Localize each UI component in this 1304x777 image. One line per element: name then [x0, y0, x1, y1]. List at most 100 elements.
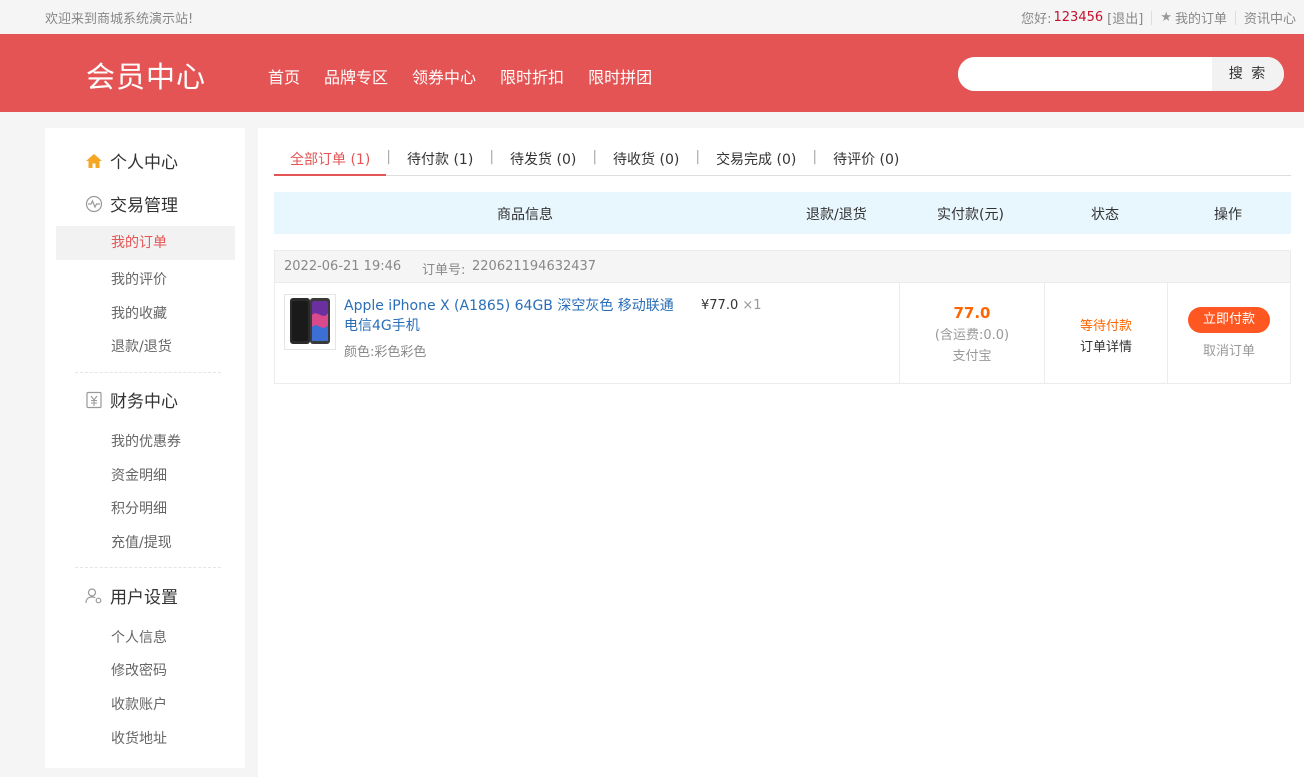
top-bar-links: 您好: 123456 [退出] ★ 我的订单 资讯中心 — [1021, 8, 1296, 27]
order-tabs: 全部订单 (1) | 待付款 (1) | 待发货 (0) | 待收货 (0) |… — [274, 146, 1291, 176]
tab-all-orders[interactable]: 全部订单 (1) — [274, 146, 387, 176]
column-header-status: 状态 — [1091, 207, 1119, 223]
order-number: 220621194632437 — [472, 259, 597, 274]
main-nav: 首页 品牌专区 领券中心 限时折扣 限时拼团 — [268, 64, 676, 88]
sidebar-item-favorites[interactable]: 我的收藏 — [111, 303, 167, 323]
product-color: 颜色:彩色彩色 — [344, 341, 426, 360]
top-bar: 欢迎来到商城系统演示站! 您好: 123456 [退出] ★ 我的订单 资讯中心 — [0, 0, 1304, 34]
status-cell: 等待付款 订单详情 — [1045, 283, 1167, 383]
price-value: ¥77.0 — [701, 298, 739, 313]
tab-count: (0) — [879, 152, 900, 168]
greeting-label: 您好: — [1021, 12, 1052, 27]
order-status: 等待付款 — [1079, 319, 1132, 334]
tab-count: (0) — [659, 152, 680, 168]
order-number-label: 订单号: — [422, 263, 466, 278]
sidebar-item-recharge[interactable]: 充值/提现 — [111, 532, 172, 552]
nav-home[interactable]: 首页 — [268, 64, 300, 88]
sidebar-item-refunds[interactable]: 退款/退货 — [111, 336, 172, 356]
tab-count: (1) — [453, 152, 474, 168]
tab-label: 待收货 — [613, 152, 656, 168]
tab-label: 待评价 — [833, 152, 876, 168]
sidebar-item-points[interactable]: 积分明细 — [111, 498, 167, 518]
sidebar-item-funds[interactable]: 资金明细 — [111, 465, 167, 485]
sidebar-heading-label: 交易管理 — [110, 196, 178, 216]
phone-image — [290, 298, 330, 344]
trade-icon — [85, 195, 103, 212]
column-header-product: 商品信息 — [497, 207, 553, 223]
product-cell: Apple iPhone X (A1865) 64GB 深空灰色 移动联通电信4… — [275, 283, 899, 383]
sidebar-heading-label: 财务中心 — [110, 392, 178, 412]
payment-method: 支付宝 — [952, 349, 992, 364]
paid-amount: 77.0 — [953, 304, 991, 322]
tab-count: (0) — [776, 152, 797, 168]
main-content: 全部订单 (1) | 待付款 (1) | 待发货 (0) | 待收货 (0) |… — [258, 128, 1304, 777]
quantity: ×1 — [742, 298, 762, 313]
tab-pending-review[interactable]: 待评价 (0) — [817, 146, 915, 176]
tab-pending-payment[interactable]: 待付款 (1) — [391, 146, 489, 176]
sidebar-item-password[interactable]: 修改密码 — [111, 660, 167, 680]
sidebar-item-addresses[interactable]: 收货地址 — [111, 728, 167, 748]
sidebar-heading-user: 用户设置 — [85, 583, 178, 608]
finance-icon — [86, 391, 102, 408]
sidebar-heading-finance: 财务中心 — [85, 387, 178, 412]
search-button[interactable]: 搜 索 — [1212, 57, 1284, 91]
star-icon: ★ — [1160, 10, 1172, 25]
home-icon — [86, 153, 102, 168]
tab-completed[interactable]: 交易完成 (0) — [700, 146, 812, 176]
pay-now-button[interactable]: 立即付款 — [1188, 307, 1270, 333]
sidebar-item-my-orders[interactable]: 我的订单 — [56, 226, 235, 260]
search-input[interactable] — [958, 57, 1212, 91]
product-name-link[interactable]: Apple iPhone X (A1865) 64GB 深空灰色 移动联通电信4… — [344, 296, 674, 336]
tab-label: 待付款 — [407, 152, 450, 168]
nav-group-buy[interactable]: 限时拼团 — [588, 64, 652, 88]
username-link[interactable]: 123456 — [1054, 10, 1104, 25]
tab-label: 全部订单 — [290, 152, 346, 168]
color-label: 颜色: — [344, 345, 375, 360]
shipping-fee: (含运费:0.0) — [934, 328, 1010, 343]
divider — [75, 372, 221, 373]
tab-label: 待发货 — [510, 152, 553, 168]
page-title[interactable]: 会员中心 — [86, 54, 206, 96]
nav-coupons[interactable]: 领券中心 — [412, 64, 476, 88]
nav-discount[interactable]: 限时折扣 — [500, 64, 564, 88]
sidebar-heading-label: 用户设置 — [110, 588, 178, 608]
tab-count: (1) — [350, 152, 371, 168]
my-orders-link[interactable]: 我的订单 — [1175, 8, 1227, 27]
divider — [1151, 10, 1153, 25]
order-time: 2022-06-21 19:46 — [284, 259, 402, 274]
user-settings-icon — [85, 587, 102, 603]
order-header: 2022-06-21 19:46 订单号: 220621194632437 — [275, 251, 1290, 283]
nav-brands[interactable]: 品牌专区 — [324, 64, 388, 88]
sidebar-item-profile[interactable]: 个人信息 — [111, 627, 167, 647]
sidebar-item-my-reviews[interactable]: 我的评价 — [111, 269, 167, 289]
order-card: 2022-06-21 19:46 订单号: 220621194632437 Ap… — [274, 250, 1291, 384]
sidebar: 个人中心 交易管理 我的订单 我的评价 我的收藏 退款/退货 财务中心 我的优惠… — [45, 128, 245, 768]
logout-link[interactable]: [退出] — [1107, 8, 1143, 27]
search-box: 搜 索 — [958, 57, 1284, 91]
tab-label: 交易完成 — [716, 152, 773, 168]
product-thumbnail[interactable] — [284, 294, 336, 350]
tab-count: (0) — [556, 152, 577, 168]
divider — [1234, 10, 1236, 25]
welcome-text: 欢迎来到商城系统演示站! — [45, 12, 194, 27]
paid-cell: 77.0 (含运费:0.0) 支付宝 — [900, 283, 1044, 383]
table-header: 商品信息 退款/退货 实付款(元) 状态 操作 — [274, 192, 1291, 234]
cancel-order-link[interactable]: 取消订单 — [1168, 340, 1290, 359]
unit-price: ¥77.0 ×1 — [701, 298, 762, 313]
tab-pending-receipt[interactable]: 待收货 (0) — [597, 146, 695, 176]
sidebar-item-accounts[interactable]: 收款账户 — [111, 694, 167, 714]
sidebar-item-coupons[interactable]: 我的优惠券 — [111, 431, 181, 451]
tab-pending-shipment[interactable]: 待发货 (0) — [494, 146, 592, 176]
news-center-link[interactable]: 资讯中心 — [1244, 8, 1296, 27]
sidebar-heading-trade: 交易管理 — [85, 191, 178, 216]
column-header-paid: 实付款(元) — [937, 207, 1004, 223]
column-header-refund: 退款/退货 — [806, 207, 867, 223]
order-detail-link[interactable]: 订单详情 — [1045, 336, 1167, 355]
action-cell: 立即付款 取消订单 — [1168, 283, 1290, 383]
sidebar-heading-label: 个人中心 — [110, 153, 178, 173]
header: 会员中心 首页 品牌专区 领券中心 限时折扣 限时拼团 搜 索 — [0, 34, 1304, 112]
sidebar-personal-center[interactable]: 个人中心 — [85, 148, 178, 173]
column-header-action: 操作 — [1214, 207, 1242, 223]
color-value: 彩色彩色 — [374, 345, 427, 360]
divider — [75, 567, 221, 568]
